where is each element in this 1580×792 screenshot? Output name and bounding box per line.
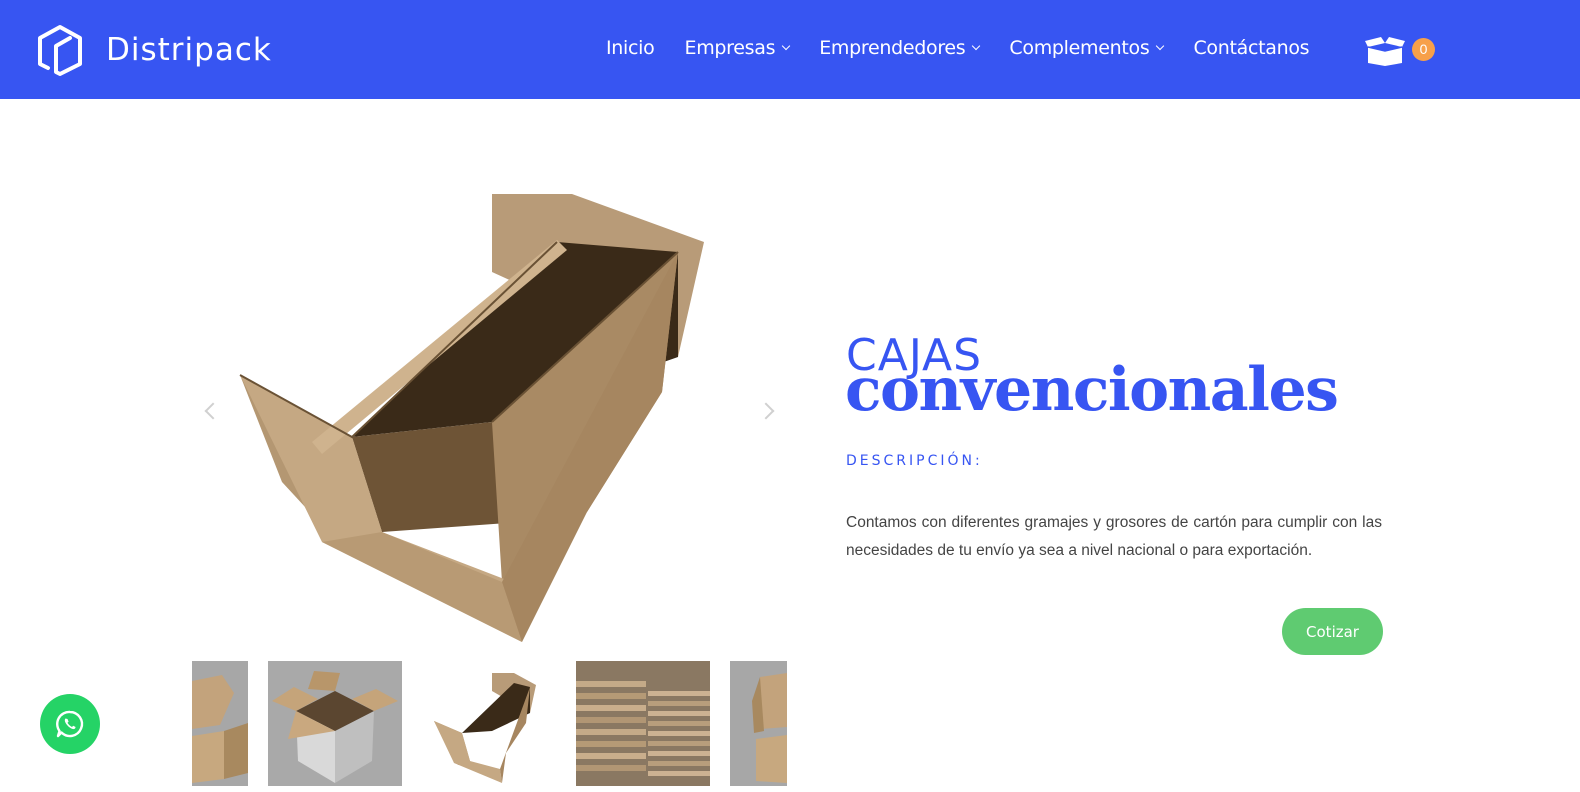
nav-item-complementos[interactable]: Complementos (1009, 37, 1165, 59)
logo-icon (38, 25, 82, 76)
thumbnail-strip (192, 661, 787, 786)
logo[interactable]: Distripack (34, 24, 272, 76)
cart-button[interactable]: 0 (1364, 33, 1436, 67)
description-label: DESCRIPCIÓN: (846, 453, 983, 469)
quote-button[interactable]: Cotizar (1282, 608, 1383, 655)
product-main-image[interactable] (192, 192, 787, 642)
whatsapp-button[interactable] (40, 694, 100, 754)
nav-item-label: Contáctanos (1193, 37, 1310, 59)
thumbnail[interactable] (730, 661, 787, 786)
nav-item-contactanos[interactable]: Contáctanos (1193, 37, 1309, 59)
nav-item-label: Emprendedores (819, 37, 966, 59)
box-thumbnail-image (752, 673, 787, 783)
nav-item-label: Inicio (606, 37, 655, 59)
whatsapp-icon (56, 710, 84, 738)
thumbnail[interactable] (422, 661, 556, 786)
chevron-down-icon (972, 41, 981, 51)
site-header: Distripack Inicio Empresas Emprendedores… (0, 0, 1580, 99)
nav-item-inicio[interactable]: Inicio (606, 37, 655, 59)
nav-item-empresas[interactable]: Empresas (684, 37, 791, 59)
nav-item-emprendedores[interactable]: Emprendedores (819, 37, 981, 59)
thumbnail[interactable] (268, 661, 402, 786)
chevron-down-icon (1156, 41, 1165, 51)
brand-name: Distripack (106, 32, 272, 68)
product-title-bold: convencionales (845, 355, 1339, 425)
cart-count-badge: 0 (1412, 38, 1435, 61)
chevron-down-icon (781, 41, 791, 51)
open-box-thumbnail-image (272, 671, 398, 783)
box-icon (1365, 37, 1405, 66)
nav-item-label: Empresas (684, 37, 776, 59)
product-description: Contamos con diferentes gramajes y groso… (846, 514, 1382, 559)
box-thumbnail-image (434, 673, 536, 783)
thumbnail[interactable] (576, 661, 710, 786)
cardboard-box-image (239, 194, 704, 642)
box-thumbnail-image (192, 675, 248, 783)
main-nav: Inicio Empresas Emprendedores Complement… (606, 37, 1339, 59)
thumbnail[interactable] (192, 661, 248, 786)
stacked-boxes-thumbnail-image (576, 661, 710, 786)
nav-item-label: Complementos (1009, 37, 1150, 59)
